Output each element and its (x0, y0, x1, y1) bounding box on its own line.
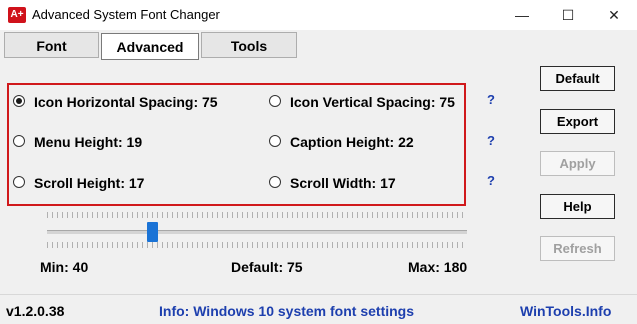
slider-ticks-top (47, 212, 467, 218)
version-text: v1.2.0.38 (6, 303, 65, 319)
tab-tools[interactable]: Tools (201, 32, 297, 58)
tab-bar: Font Advanced Tools (0, 30, 637, 60)
radio-button[interactable] (269, 135, 281, 147)
help-link-height[interactable]: ? (487, 133, 495, 148)
slider-thumb[interactable] (147, 222, 158, 242)
tab-advanced[interactable]: Advanced (101, 33, 199, 60)
option-label: Icon Vertical Spacing: 75 (290, 94, 455, 110)
option-label: Icon Horizontal Spacing: 75 (34, 94, 218, 110)
radio-button[interactable] (13, 95, 25, 107)
brand-link[interactable]: WinTools.Info (520, 303, 611, 319)
refresh-button[interactable]: Refresh (540, 236, 615, 261)
option-label: Scroll Height: 17 (34, 175, 145, 191)
close-icon[interactable]: ✕ (591, 0, 637, 30)
maximize-icon[interactable]: ☐ (545, 0, 591, 30)
export-button[interactable]: Export (540, 109, 615, 134)
minimize-icon[interactable]: — (499, 0, 545, 30)
slider-ticks-bottom (47, 242, 467, 248)
slider-min-label: Min: 40 (40, 259, 89, 275)
help-link-spacing[interactable]: ? (487, 92, 495, 107)
radio-button[interactable] (13, 176, 25, 188)
option-label: Menu Height: 19 (34, 134, 143, 150)
option-label: Scroll Width: 17 (290, 175, 396, 191)
radio-selected-dot (16, 98, 22, 104)
radio-button[interactable] (269, 176, 281, 188)
title-bar: A+ Advanced System Font Changer — ☐ ✕ (0, 0, 637, 30)
info-text: Info: Windows 10 system font settings (159, 303, 415, 319)
window-title: Advanced System Font Changer (32, 7, 220, 22)
radio-button[interactable] (13, 135, 25, 147)
tab-font[interactable]: Font (4, 32, 99, 58)
slider-default-label: Default: 75 (231, 259, 303, 275)
help-button[interactable]: Help (540, 194, 615, 219)
value-slider[interactable] (47, 212, 467, 252)
help-link-scroll[interactable]: ? (487, 173, 495, 188)
option-label: Caption Height: 22 (290, 134, 414, 150)
slider-max-label: Max: 180 (408, 259, 468, 275)
status-divider (0, 294, 637, 295)
app-icon: A+ (8, 7, 26, 23)
default-button[interactable]: Default (540, 66, 615, 91)
radio-button[interactable] (269, 95, 281, 107)
slider-track[interactable] (47, 230, 467, 234)
apply-button[interactable]: Apply (540, 151, 615, 176)
